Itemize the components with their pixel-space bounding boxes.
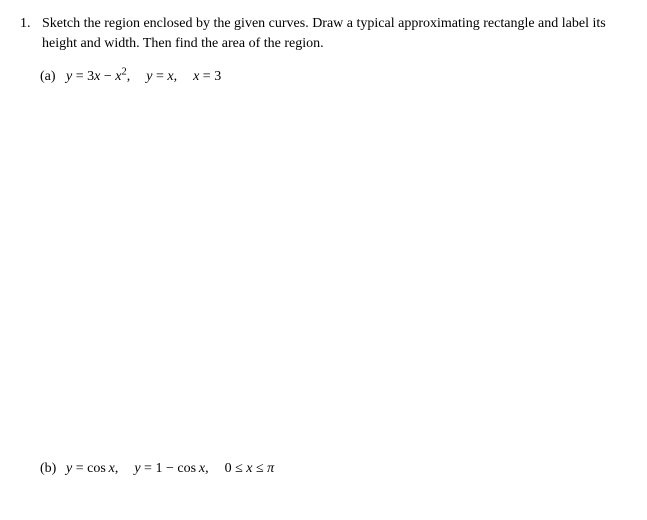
eq-a-2: y = x, [146, 69, 177, 84]
problem-body: Sketch the region enclosed by the given … [42, 14, 627, 478]
ineq-b: 0 ≤ x ≤ π [225, 461, 275, 476]
eq-b-1: y = cos x, [66, 461, 118, 476]
subpart-a-label: (a) [40, 67, 66, 87]
eq-b-2: y = 1 − cos x, [134, 461, 208, 476]
workspace-gap [42, 87, 627, 459]
problem-1: 1. Sketch the region enclosed by the giv… [20, 14, 627, 478]
subpart-a-equations: y = 3x − x2, y = x, x = 3 [66, 67, 627, 87]
subpart-b-equations: y = cos x, y = 1 − cos x, 0 ≤ x ≤ π [66, 459, 627, 479]
subpart-b: (b) y = cos x, y = 1 − cos x, 0 ≤ x ≤ π [40, 459, 627, 479]
eq-a-1: y = 3x − x2, [66, 69, 130, 84]
eq-a-3: x = 3 [193, 69, 221, 84]
subpart-b-label: (b) [40, 459, 66, 479]
problem-statement: Sketch the region enclosed by the given … [42, 14, 627, 53]
subpart-a: (a) y = 3x − x2, y = x, x = 3 [40, 67, 627, 87]
problem-number: 1. [20, 14, 42, 34]
